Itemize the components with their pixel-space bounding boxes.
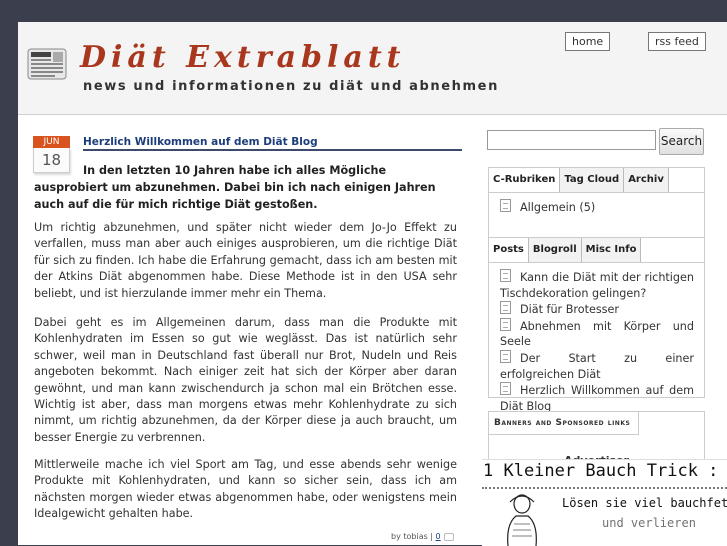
site-header: Diät Extrablatt news und informationen z… — [18, 22, 727, 115]
tab-blogroll[interactable]: Blogroll — [528, 238, 582, 262]
document-icon — [500, 199, 511, 212]
document-icon — [500, 317, 511, 331]
post-link[interactable]: Herzlich Willkommen auf dem Diät Blog — [500, 384, 694, 413]
post-meta: by tobias | 0 — [391, 532, 454, 541]
document-icon — [500, 269, 511, 282]
categories-widget: C-Rubriken Tag Cloud Archiv Allgemein (5… — [488, 167, 705, 242]
posts-tabs: Posts Blogroll Misc Info — [489, 238, 704, 263]
site-tagline: news und informationen zu diät und abneh… — [83, 79, 499, 94]
ad-headline[interactable]: 1 Kleiner Bauch Trick : — [483, 461, 718, 481]
categories-list: Allgemein (5) — [489, 193, 704, 216]
document-icon — [500, 301, 511, 315]
tab-misc-info[interactable]: Misc Info — [581, 238, 642, 262]
tab-c-rubriken[interactable]: C-Rubriken — [489, 168, 561, 192]
post-author: by tobias | — [391, 532, 433, 541]
post-title-link[interactable]: Herzlich Willkommen auf dem Diät Blog — [83, 136, 462, 151]
post-intro: In den letzten 10 Jahren habe ich alles … — [34, 164, 436, 211]
home-link[interactable]: home — [565, 32, 611, 51]
post-paragraph: Um richtig abzunehmen, und später nicht … — [34, 221, 457, 300]
list-item[interactable]: Diät für Brotesser — [500, 301, 694, 318]
comment-count-link[interactable]: 0 — [436, 532, 441, 541]
document-icon — [500, 382, 511, 396]
banners-title: Banners and Sponsored links — [489, 412, 639, 435]
post-link[interactable]: Diät für Brotesser — [520, 303, 619, 316]
category-link[interactable]: Allgemein (5) — [520, 201, 595, 214]
post-link[interactable]: Der Start zu einer erfolgreichen Diät — [500, 352, 694, 381]
list-item[interactable]: Kann die Diät mit der richtigen Tischdek… — [500, 269, 694, 301]
site-title[interactable]: Diät Extrablatt — [80, 40, 406, 75]
search-input[interactable] — [487, 130, 656, 150]
list-item[interactable]: Der Start zu einer erfolgreichen Diät — [500, 349, 694, 382]
document-icon — [500, 349, 511, 363]
post-paragraph: Dabei geht es im Allgemeinen darum, dass… — [34, 316, 457, 444]
post-paragraph: Mittlerweile mache ich viel Sport am Tag… — [34, 458, 457, 521]
post-link[interactable]: Abnehmen mit Körper und Seele — [500, 320, 694, 349]
list-item[interactable]: Abnehmen mit Körper und Seele — [500, 317, 694, 350]
ad-text-continued[interactable]: und verlieren — [602, 516, 696, 530]
post-link[interactable]: Kann die Diät mit der richtigen Tischdek… — [500, 271, 694, 300]
newspaper-icon — [27, 48, 67, 80]
ad-text[interactable]: Lösen sie viel bauchfett — [562, 496, 727, 510]
comment-icon — [443, 532, 454, 541]
posts-widget: Posts Blogroll Misc Info Kann die Diät m… — [488, 237, 705, 413]
tab-posts[interactable]: Posts — [489, 238, 529, 262]
categories-tabs: C-Rubriken Tag Cloud Archiv — [489, 168, 704, 193]
search-button[interactable]: Search — [659, 128, 704, 155]
post-date-month: JUN — [33, 136, 70, 148]
divider — [482, 487, 727, 493]
list-item[interactable]: Herzlich Willkommen auf dem Diät Blog — [500, 382, 694, 414]
ad-banner[interactable]: 1 Kleiner Bauch Trick : Lösen sie viel b… — [482, 459, 727, 546]
tab-tag-cloud[interactable]: Tag Cloud — [560, 168, 625, 192]
recent-posts-list: Kann die Diät mit der richtigen Tischdek… — [489, 263, 704, 414]
tab-archiv[interactable]: Archiv — [624, 168, 669, 192]
ad-figure-image — [507, 494, 537, 546]
list-item[interactable]: Allgemein (5) — [500, 199, 694, 216]
rss-feed-link[interactable]: rss feed — [648, 32, 706, 51]
